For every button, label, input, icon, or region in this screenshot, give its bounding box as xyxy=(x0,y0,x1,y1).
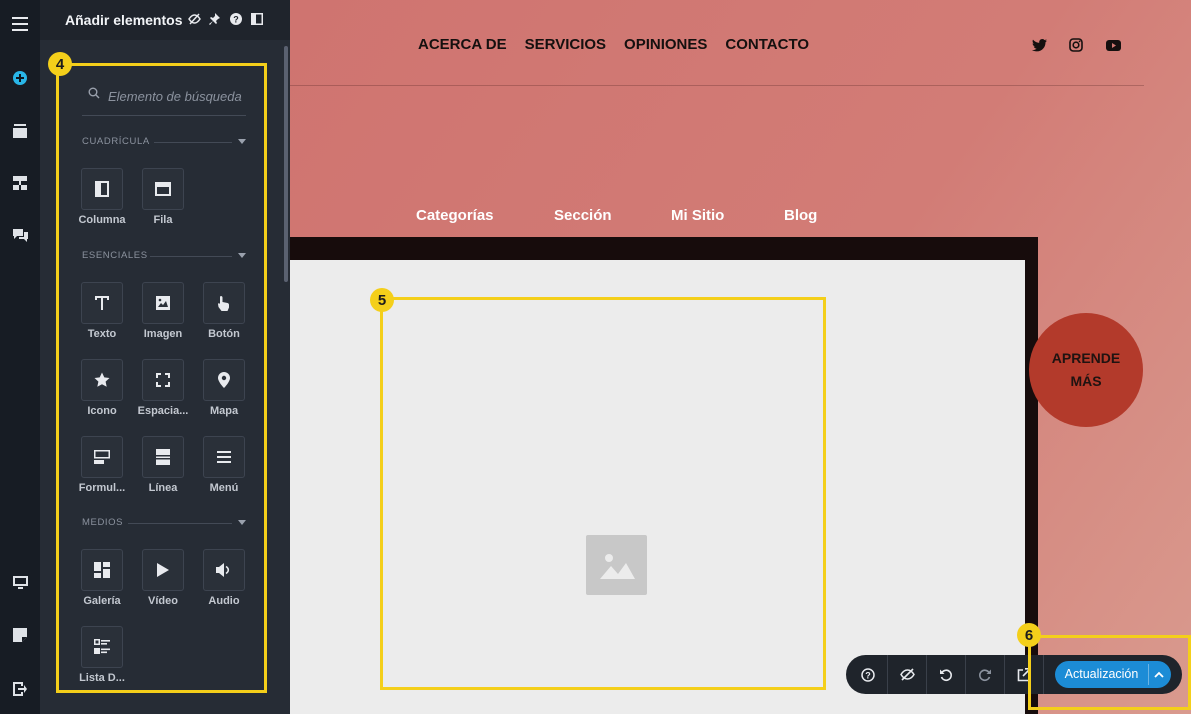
add-element-icon[interactable] xyxy=(0,64,40,92)
notes-icon[interactable] xyxy=(0,621,40,649)
undo-icon[interactable] xyxy=(927,655,966,694)
svg-text:?: ? xyxy=(233,15,239,25)
preview-hide-icon[interactable] xyxy=(888,655,927,694)
panel-scrollbar[interactable] xyxy=(284,46,288,282)
instagram-icon[interactable] xyxy=(1067,36,1085,54)
nav-link-contacto[interactable]: CONTACTO xyxy=(725,36,809,53)
subnav-link-seccion[interactable]: Sección xyxy=(554,207,612,224)
comments-icon[interactable] xyxy=(0,222,40,250)
twitter-icon[interactable] xyxy=(1030,36,1048,54)
redo-icon[interactable] xyxy=(966,655,1005,694)
callout-box-6 xyxy=(1028,635,1191,710)
callout-badge-4: 4 xyxy=(48,52,72,76)
desktop-view-icon[interactable] xyxy=(0,569,40,597)
svg-text:?: ? xyxy=(865,670,871,680)
pages-icon[interactable] xyxy=(0,117,40,145)
learn-more-button[interactable]: APRENDE MÁS xyxy=(1029,313,1143,427)
panel-title: Añadir elementos xyxy=(65,12,183,28)
cta-line-2: MÁS xyxy=(1070,373,1102,389)
nav-link-opiniones[interactable]: OPINIONES xyxy=(624,36,707,53)
header-divider xyxy=(290,85,1144,86)
subnav-link-categorias[interactable]: Categorías xyxy=(416,207,494,224)
left-rail xyxy=(0,0,40,714)
nav-link-servicios[interactable]: SERVICIOS xyxy=(525,36,606,53)
exit-icon[interactable] xyxy=(0,675,40,703)
pin-icon[interactable] xyxy=(207,12,221,26)
callout-box-4 xyxy=(56,63,267,693)
panel-header: Añadir elementos ? xyxy=(40,0,290,40)
design-icon[interactable] xyxy=(0,169,40,197)
subnav-link-mi-sitio[interactable]: Mi Sitio xyxy=(671,207,724,224)
panel-layout-icon[interactable] xyxy=(250,12,264,26)
callout-badge-6: 6 xyxy=(1017,623,1041,647)
help-icon[interactable]: ? xyxy=(849,655,888,694)
youtube-icon[interactable] xyxy=(1104,36,1122,54)
site-main-nav: ACERCA DE SERVICIOS OPINIONES CONTACTO xyxy=(418,36,809,53)
callout-badge-5: 5 xyxy=(370,288,394,312)
cta-line-1: APRENDE xyxy=(1051,350,1121,366)
hide-eye-icon[interactable] xyxy=(187,12,201,26)
callout-box-5 xyxy=(380,297,826,690)
nav-link-acerca-de[interactable]: ACERCA DE xyxy=(418,36,507,53)
help-icon[interactable]: ? xyxy=(229,12,243,26)
subnav-link-blog[interactable]: Blog xyxy=(784,207,817,224)
hamburger-menu-icon[interactable] xyxy=(0,10,40,38)
